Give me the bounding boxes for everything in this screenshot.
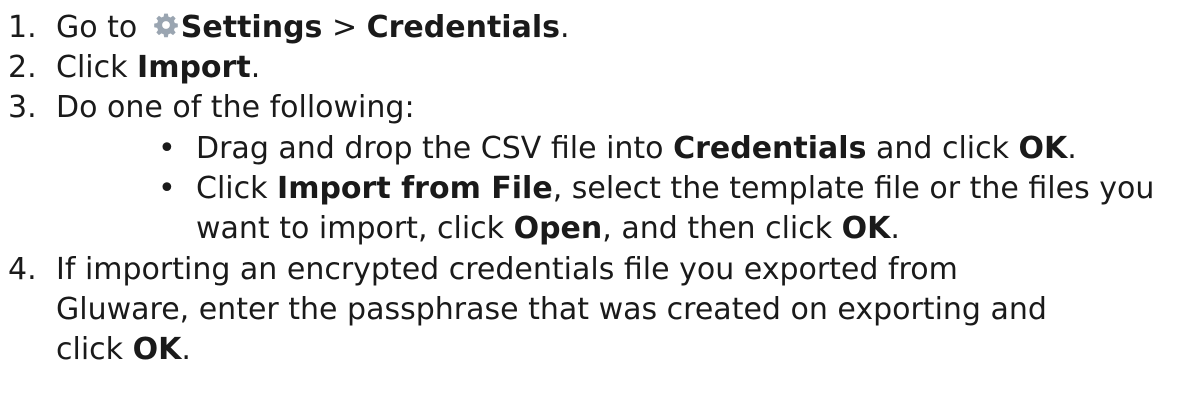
bullet-2-line-2: want to import, click Open, and then cli… bbox=[196, 209, 900, 249]
step-4-line-2: Gluware, enter the passphrase that was c… bbox=[56, 292, 1047, 327]
bullet-2-prefix: Click bbox=[196, 171, 278, 206]
bullet-2-line-2-middle: , and then click bbox=[602, 211, 842, 246]
step-4-number: 4. bbox=[8, 252, 37, 287]
bullet-1-middle: and click bbox=[866, 131, 1019, 166]
step-1-number: 1. bbox=[8, 10, 37, 45]
step-1-separator: > bbox=[322, 10, 367, 45]
step-2-text: Click Import. bbox=[56, 48, 260, 88]
step-1-period: . bbox=[559, 10, 570, 45]
bullet-1-text: Drag and drop the CSV file into Credenti… bbox=[196, 129, 1077, 169]
step-4-line-3: click OK. bbox=[56, 330, 191, 370]
step-4-line-1: If importing an encrypted credentials fi… bbox=[56, 252, 958, 287]
bullet-2-line-2-period: . bbox=[890, 211, 900, 246]
credentials-label-bullet: Credentials bbox=[673, 131, 867, 166]
bullet-1-period: . bbox=[1067, 131, 1077, 166]
step-4-line-3-prefix: click bbox=[56, 332, 133, 367]
credentials-label: Credentials bbox=[366, 10, 560, 45]
gear-icon bbox=[153, 13, 178, 38]
bullet-1-prefix: Drag and drop the CSV file into bbox=[196, 131, 674, 166]
ok-label-step-4: OK bbox=[132, 332, 182, 367]
bullet-1-marker: • bbox=[158, 131, 176, 166]
step-3-number: 3. bbox=[8, 90, 37, 125]
import-from-file-label: Import from File bbox=[277, 171, 553, 206]
import-label: Import bbox=[137, 50, 251, 85]
step-2-number: 2. bbox=[8, 50, 37, 85]
bullet-2-line-1: Click Import from File, select the templ… bbox=[196, 169, 1154, 209]
ok-label-bullet-1: OK bbox=[1018, 131, 1068, 166]
bullet-2-marker: • bbox=[158, 171, 176, 206]
step-2-prefix: Click bbox=[56, 50, 138, 85]
step-1-prefix: Go to bbox=[56, 10, 147, 45]
instructions-document: 1. Go to Settings > Credentials. 2. Clic… bbox=[0, 0, 1199, 414]
step-1-text: Go to Settings > Credentials. bbox=[56, 8, 570, 48]
step-3-text: Do one of the following: bbox=[56, 90, 415, 125]
settings-label: Settings bbox=[180, 10, 323, 45]
step-4-period: . bbox=[181, 332, 191, 367]
ok-label-bullet-2: OK bbox=[841, 211, 891, 246]
open-label: Open bbox=[513, 211, 603, 246]
bullet-2-rest: , select the template file or the files … bbox=[552, 171, 1155, 206]
step-2-period: . bbox=[250, 50, 261, 85]
bullet-2-line-2-prefix: want to import, click bbox=[196, 211, 514, 246]
